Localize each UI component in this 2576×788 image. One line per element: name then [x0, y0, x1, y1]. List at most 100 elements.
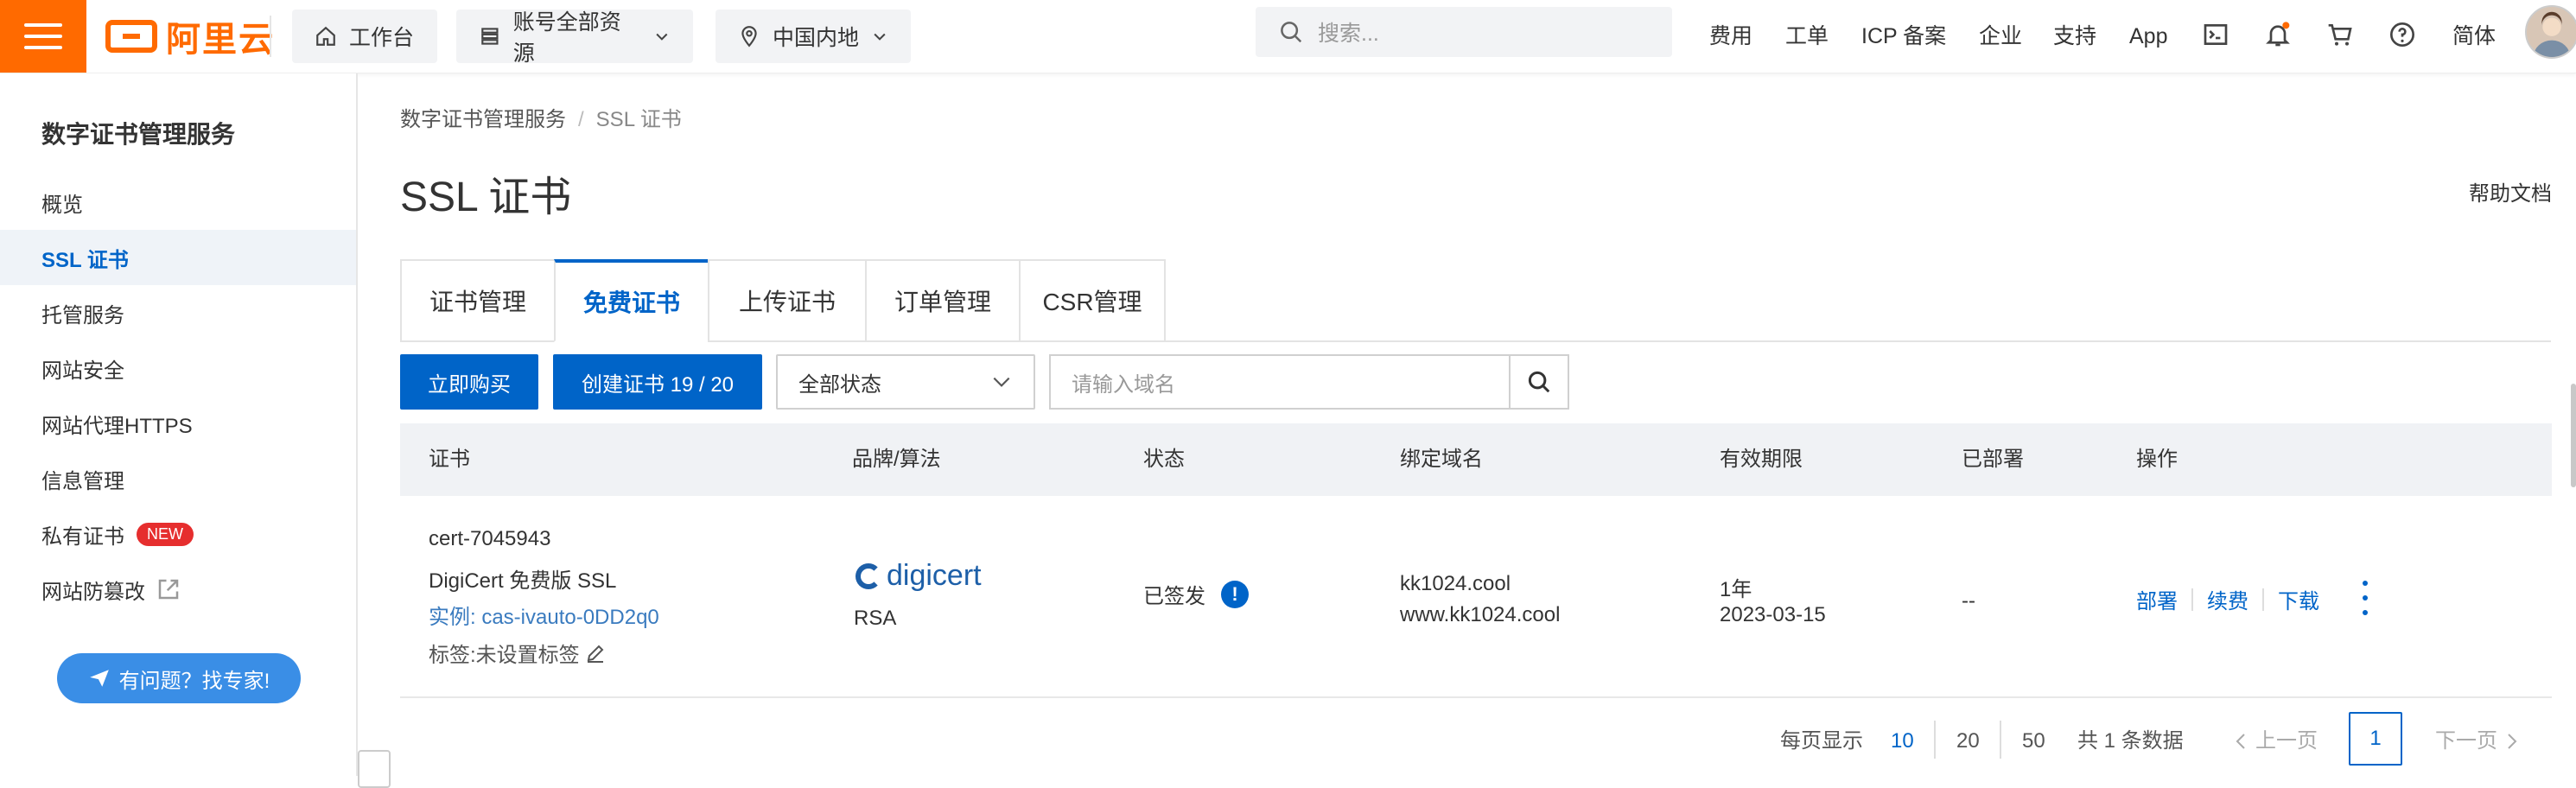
nav-icp[interactable]: ICP 备案: [1861, 17, 1946, 55]
column-header: 已部署: [1962, 448, 2024, 471]
scrollbar[interactable]: [2571, 384, 2576, 487]
download-link[interactable]: 下载: [2278, 584, 2319, 614]
page-size-50[interactable]: 50: [2022, 726, 2045, 757]
divider: [2191, 588, 2193, 611]
breadcrumb-current: SSL 证书: [595, 108, 682, 131]
edit-icon: [587, 645, 604, 663]
tab-order-management[interactable]: 订单管理: [865, 259, 1021, 342]
cart-icon[interactable]: [2323, 16, 2357, 54]
aliyun-logo[interactable]: 阿里云: [105, 12, 275, 60]
workbench-label: 工作台: [349, 26, 415, 50]
sidebar-item-https-proxy[interactable]: 网站代理HTTPS: [0, 396, 356, 451]
breadcrumb-item[interactable]: 数字证书管理服务: [400, 108, 566, 131]
sidebar-item-overview[interactable]: 概览: [0, 175, 356, 230]
sidebar-item-label: 概览: [41, 193, 83, 217]
sidebar-item-label: 托管服务: [41, 303, 124, 327]
nav-app[interactable]: App: [2129, 17, 2167, 55]
tab-upload-cert[interactable]: 上传证书: [708, 259, 867, 342]
page-title: SSL 证书: [400, 175, 572, 220]
sidebar-item-info-management[interactable]: 信息管理: [0, 451, 356, 506]
page-size-20[interactable]: 20: [1956, 726, 1980, 757]
sidebar-item-label: SSL 证书: [41, 248, 129, 272]
page-1-button[interactable]: 1: [2349, 712, 2402, 766]
ask-expert-label: 有问题？找专家!: [118, 669, 270, 693]
region-label: 中国内地: [773, 26, 860, 50]
sidebar-item-private-cert[interactable]: 私有证书 NEW: [0, 506, 356, 562]
new-badge: NEW: [137, 522, 194, 546]
search-input[interactable]: 搜索...: [1256, 7, 1672, 57]
breadcrumb-separator: /: [578, 108, 584, 131]
deploy-link[interactable]: 部署: [2136, 584, 2178, 614]
tab-label: 免费证书: [582, 289, 680, 316]
chevron-left-icon: [2236, 734, 2245, 749]
sidebar-item-tamper-protection[interactable]: 网站防篡改: [0, 562, 356, 617]
nav-support[interactable]: 支持: [2053, 17, 2096, 55]
nav-enterprise[interactable]: 企业: [1979, 17, 2022, 55]
row-divider: [400, 696, 2552, 698]
sidebar-item-ssl[interactable]: SSL 证书: [0, 230, 356, 285]
bell-icon[interactable]: [2261, 16, 2295, 54]
logo-text: 阿里云: [166, 21, 275, 59]
help-icon[interactable]: [2385, 16, 2420, 54]
nav-tickets[interactable]: 工单: [1785, 17, 1829, 55]
domain-input[interactable]: 请输入域名: [1051, 356, 1509, 408]
status-select[interactable]: 全部状态: [776, 354, 1035, 410]
terminal-icon[interactable]: [2198, 16, 2233, 54]
cert-id: cert-7045943: [429, 527, 551, 550]
next-page-button[interactable]: 下一页: [2435, 726, 2522, 757]
help-doc-link[interactable]: 帮助文档: [2469, 176, 2552, 207]
column-header: 绑定域名: [1400, 448, 1483, 471]
send-icon: [89, 670, 109, 687]
prev-page-label: 上一页: [2255, 729, 2318, 753]
region-dropdown[interactable]: 中国内地: [716, 10, 911, 63]
digicert-ring-icon: [855, 562, 881, 589]
tab-underline: [1165, 340, 2551, 342]
cert-name: DigiCert 免费版 SSL: [429, 569, 617, 593]
sidebar-item-label: 网站防篡改: [41, 580, 145, 604]
create-cert-button[interactable]: 创建证书 19 / 20: [553, 354, 762, 410]
sidebar-collapse-handle[interactable]: [358, 750, 391, 788]
bound-domain: kk1024.cool: [1400, 572, 1511, 595]
nav-billing[interactable]: 费用: [1709, 17, 1752, 55]
status-text: 已签发: [1143, 585, 1205, 608]
divider: [2000, 721, 2001, 759]
tab-csr-management[interactable]: CSR管理: [1019, 259, 1166, 342]
sidebar-item-managed-service[interactable]: 托管服务: [0, 285, 356, 340]
tab-cert-management[interactable]: 证书管理: [400, 259, 556, 342]
workbench-button[interactable]: 工作台: [292, 10, 437, 63]
external-link-icon: [158, 579, 179, 600]
tab-free-cert[interactable]: 免费证书: [554, 259, 709, 342]
page-size-10[interactable]: 10: [1891, 726, 1914, 757]
tab-bar: 证书管理 免费证书 上传证书 订单管理 CSR管理: [400, 259, 1166, 342]
search-icon: [1528, 371, 1550, 393]
sidebar-item-site-security[interactable]: 网站安全: [0, 340, 356, 396]
bound-domain: www.kk1024.cool: [1400, 603, 1561, 626]
cert-tag[interactable]: 标签:未设置标签: [429, 638, 606, 668]
domain-search-button[interactable]: [1509, 356, 1568, 408]
renew-link[interactable]: 续费: [2207, 584, 2248, 614]
language-switch[interactable]: 简体: [2452, 17, 2496, 55]
ask-expert-button[interactable]: 有问题？找专家!: [57, 653, 301, 703]
resources-dropdown[interactable]: 账号全部资源: [456, 10, 693, 66]
expiry-date: 2023-03-15: [1720, 603, 1826, 626]
buy-now-button[interactable]: 立即购买: [400, 354, 538, 410]
domain-search-field[interactable]: 请输入域名: [1049, 354, 1569, 410]
divider: [1934, 721, 1936, 759]
more-icon[interactable]: [2361, 581, 2369, 615]
status-select-value: 全部状态: [798, 372, 881, 397]
digicert-logo: digicert: [855, 559, 982, 593]
tab-label: 上传证书: [738, 289, 836, 315]
deployed-count: --: [1962, 589, 1975, 613]
avatar[interactable]: [2525, 5, 2576, 59]
info-icon[interactable]: !: [1221, 580, 1249, 608]
prev-page-button[interactable]: 上一页: [2231, 726, 2318, 757]
next-page-label: 下一页: [2435, 729, 2497, 753]
cert-instance-link[interactable]: 实例: cas-ivauto-0DD2q0: [429, 600, 659, 630]
column-header: 状态: [1143, 448, 1185, 471]
sidebar-item-label: 信息管理: [41, 469, 124, 493]
resources-label: 账号全部资源: [512, 10, 621, 66]
brand-name: digicert: [887, 559, 982, 592]
search-placeholder: 搜索...: [1318, 22, 1379, 46]
sidebar-item-label: 网站代理HTTPS: [41, 414, 193, 438]
menu-icon[interactable]: [0, 0, 86, 73]
